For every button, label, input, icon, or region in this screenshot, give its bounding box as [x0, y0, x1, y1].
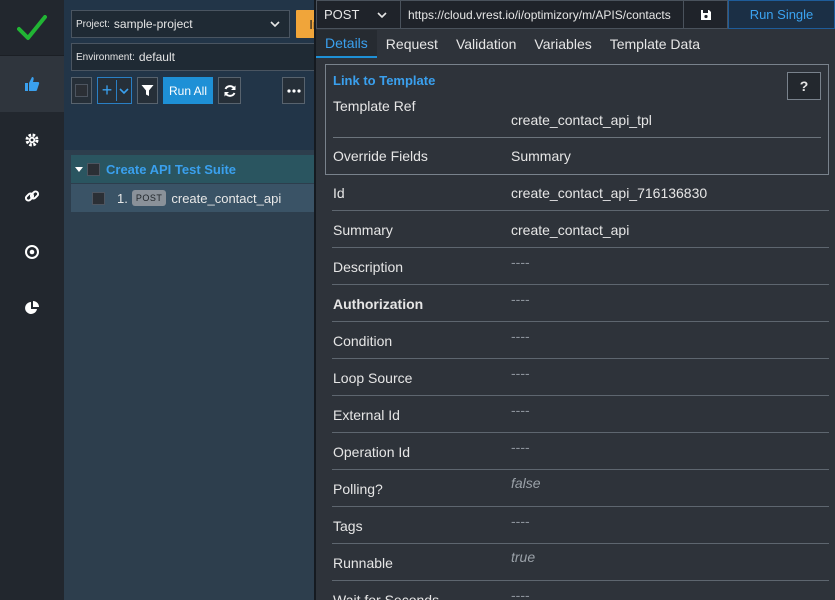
field-label: Operation Id — [333, 444, 411, 460]
project-select[interactable]: Project: sample-project — [71, 10, 290, 38]
field-label: Authorization — [333, 296, 424, 312]
thumbs-up-icon[interactable] — [0, 56, 64, 112]
chevron-down-icon[interactable] — [117, 85, 131, 97]
target-icon[interactable] — [0, 224, 64, 280]
field-row-summary: Summary create_contact_api — [332, 211, 829, 248]
field-value[interactable]: ---- — [511, 587, 530, 600]
field-value[interactable]: ---- — [511, 328, 530, 344]
test-suite-row[interactable]: Create API Test Suite — [71, 155, 314, 183]
test-case-name: create_contact_api — [171, 190, 282, 206]
run-single-button[interactable]: Run Single — [728, 0, 835, 29]
field-label: Loop Source — [333, 370, 413, 386]
tab-validation[interactable]: Validation — [447, 30, 525, 58]
field-row-authorization: Authorization ---- — [332, 285, 829, 322]
more-icon — [286, 88, 301, 93]
field-row-wait-for-seconds: Wait for Seconds ---- — [332, 581, 829, 600]
field-row-id: Id create_contact_api_716136830 — [332, 174, 829, 211]
pie-chart-icon[interactable] — [0, 280, 64, 336]
tab-request[interactable]: Request — [377, 30, 447, 58]
refresh-icon — [224, 84, 235, 97]
details-fields: Id create_contact_api_716136830 Summary … — [332, 174, 829, 600]
refresh-button[interactable] — [218, 77, 241, 104]
field-value[interactable]: ---- — [511, 254, 530, 270]
field-label: Polling? — [333, 481, 383, 497]
save-icon — [700, 9, 711, 20]
url-bar: POST https://cloud.vrest.io/i/optimizory… — [316, 0, 835, 29]
environment-value: default — [138, 50, 175, 64]
checkbox-box — [75, 84, 88, 97]
suite-checkbox[interactable] — [87, 162, 100, 176]
select-all-checkbox[interactable] — [71, 77, 92, 104]
caret-down-icon[interactable] — [75, 165, 83, 173]
field-value[interactable]: ---- — [511, 291, 530, 307]
icon-rail — [0, 0, 64, 600]
field-row-operation-id: Operation Id ---- — [332, 433, 829, 470]
field-label: Summary — [333, 222, 393, 238]
template-box: Link to Template ? Template Ref create_c… — [325, 64, 829, 175]
field-row-external-id: External Id ---- — [332, 396, 829, 433]
field-row-runnable: Runnable true — [332, 544, 829, 581]
chevron-down-icon — [377, 12, 387, 19]
field-value[interactable]: ---- — [511, 402, 530, 418]
filter-button[interactable] — [137, 77, 158, 104]
field-value[interactable]: true — [511, 549, 535, 565]
test-case-number: 1. — [117, 190, 128, 206]
field-value[interactable]: create_contact_api_716136830 — [511, 185, 707, 201]
field-label: Tags — [333, 518, 363, 534]
field-value[interactable]: ---- — [511, 513, 530, 529]
test-case-row[interactable]: 1. POST create_contact_api — [71, 184, 314, 212]
method-select[interactable]: POST — [316, 0, 401, 29]
field-value[interactable]: create_contact_api — [511, 222, 629, 238]
template-ref-value[interactable]: create_contact_api_tpl — [511, 112, 652, 128]
field-row-condition: Condition ---- — [332, 322, 829, 359]
method-badge: POST — [131, 190, 167, 206]
method-value: POST — [324, 7, 360, 22]
tab-variables[interactable]: Variables — [525, 30, 600, 58]
gear-icon[interactable] — [0, 112, 64, 168]
field-value[interactable]: false — [511, 475, 541, 491]
detail-tabs: Details Request Validation Variables Tem… — [316, 30, 709, 58]
project-value: sample-project — [113, 17, 193, 31]
more-options-button[interactable] — [282, 77, 305, 104]
field-label: Wait for Seconds — [333, 592, 440, 600]
save-button[interactable] — [684, 0, 728, 29]
template-ref-label: Template Ref — [333, 98, 416, 114]
field-row-loop-source: Loop Source ---- — [332, 359, 829, 396]
chevron-down-icon — [270, 21, 280, 28]
add-button-group[interactable]: + — [97, 77, 132, 104]
filter-icon — [141, 85, 154, 96]
tab-details[interactable]: Details — [316, 30, 377, 58]
field-value[interactable]: ---- — [511, 365, 530, 381]
field-label: Condition — [333, 333, 393, 349]
tab-template-data[interactable]: Template Data — [601, 30, 709, 58]
template-divider — [333, 137, 821, 138]
plus-icon[interactable]: + — [99, 80, 117, 101]
help-button[interactable]: ? — [787, 72, 821, 100]
panel-toolbar: + Run All — [71, 77, 305, 105]
test-case-checkbox[interactable] — [92, 191, 105, 205]
link-to-template[interactable]: Link to Template — [333, 73, 435, 88]
request-detail-panel: POST https://cloud.vrest.io/i/optimizory… — [316, 0, 835, 600]
field-label: Id — [333, 185, 345, 201]
field-label: External Id — [333, 407, 400, 423]
link-icon[interactable] — [0, 168, 64, 224]
field-label: Runnable — [333, 555, 393, 571]
override-fields-label: Override Fields — [333, 148, 428, 164]
run-all-button[interactable]: Run All — [163, 77, 213, 104]
field-row-description: Description ---- — [332, 248, 829, 285]
field-row-polling: Polling? false — [332, 470, 829, 507]
field-row-tags: Tags ---- — [332, 507, 829, 544]
url-input[interactable]: https://cloud.vrest.io/i/optimizory/m/AP… — [401, 0, 684, 29]
field-value[interactable]: ---- — [511, 439, 530, 455]
check-logo-icon[interactable] — [0, 0, 64, 56]
override-fields-value[interactable]: Summary — [511, 148, 571, 164]
field-label: Description — [333, 259, 404, 275]
project-label: Project: — [76, 18, 110, 30]
suite-name: Create API Test Suite — [106, 161, 237, 177]
environment-label: Environment: — [76, 51, 135, 63]
test-case-panel: Project: sample-project Environment: def… — [64, 0, 371, 600]
